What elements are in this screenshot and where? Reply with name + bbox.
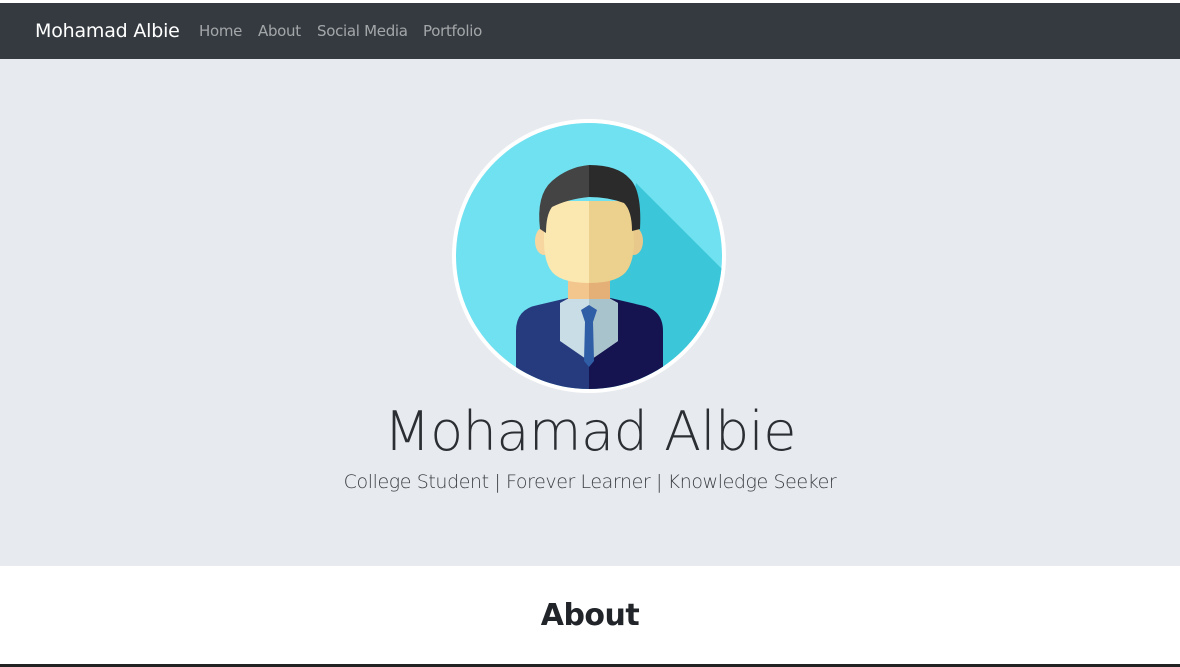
hero-name: Mohamad Albie (383, 400, 797, 463)
navbar: Mohamad Albie Home About Social Media Po… (0, 3, 1180, 59)
nav-link-home[interactable]: Home (199, 22, 242, 40)
hero-tagline: College Student | Forever Learner | Know… (343, 471, 837, 493)
nav-link-portfolio[interactable]: Portfolio (423, 22, 482, 40)
nav-link-social-media[interactable]: Social Media (317, 22, 408, 40)
navbar-brand[interactable]: Mohamad Albie (35, 20, 180, 42)
nav-link-about[interactable]: About (258, 22, 301, 40)
user-avatar-icon (456, 123, 722, 389)
about-heading: About (540, 598, 640, 633)
